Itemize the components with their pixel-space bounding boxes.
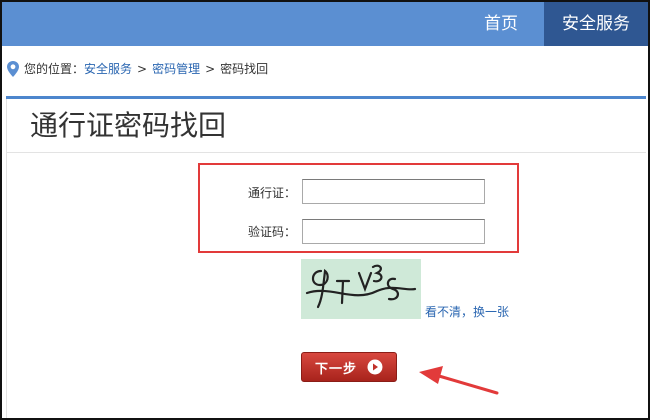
breadcrumb-current-page: 密码找回: [220, 62, 269, 76]
nav-security-service-tab[interactable]: 安全服务: [544, 2, 648, 46]
top-nav-bar: 首页 安全服务: [2, 2, 648, 46]
nav-home-link[interactable]: 首页: [458, 2, 544, 46]
captcha-input[interactable]: [302, 219, 485, 244]
breadcrumb-prefix: 您的位置：: [24, 62, 85, 76]
arrow-icon: [419, 366, 499, 395]
captcha-label: 验证码：: [247, 225, 296, 239]
account-input[interactable]: [302, 179, 485, 204]
refresh-captcha-link[interactable]: 看不清，换一张: [425, 303, 509, 320]
captcha-image[interactable]: [301, 259, 421, 319]
account-label: 通行证：: [247, 186, 296, 200]
next-step-button[interactable]: 下一步: [301, 352, 397, 382]
breadcrumb-password-management[interactable]: 密码管理: [152, 58, 200, 80]
breadcrumb-separator: >: [205, 62, 216, 76]
breadcrumb-separator: >: [137, 62, 148, 76]
play-circle-icon: [367, 359, 383, 375]
page-title: 通行证密码找回: [30, 109, 227, 142]
breadcrumb: 您的位置： 安全服务 > 密码管理 > 密码找回: [6, 58, 268, 80]
title-divider: [7, 152, 646, 153]
next-step-label: 下一步: [314, 361, 357, 377]
location-pin-icon: [7, 61, 19, 77]
breadcrumb-security-service[interactable]: 安全服务: [84, 58, 132, 80]
